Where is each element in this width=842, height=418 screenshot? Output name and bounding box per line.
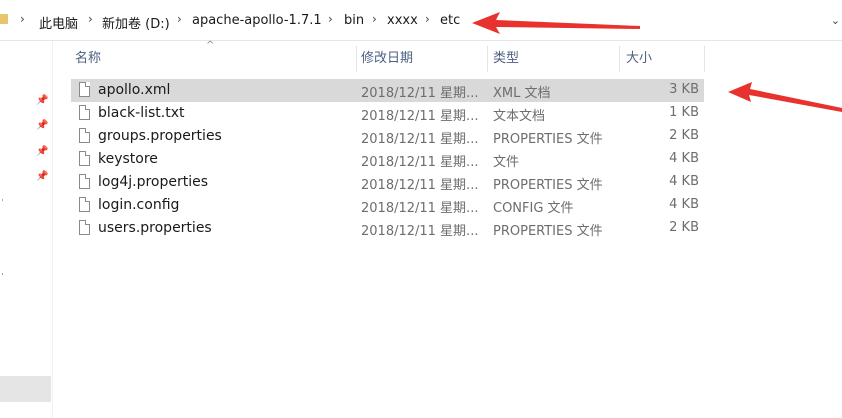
red-arrow-icon: [728, 82, 842, 112]
red-arrow-icon: [472, 12, 640, 34]
red-arrow-annotation: [472, 12, 842, 112]
